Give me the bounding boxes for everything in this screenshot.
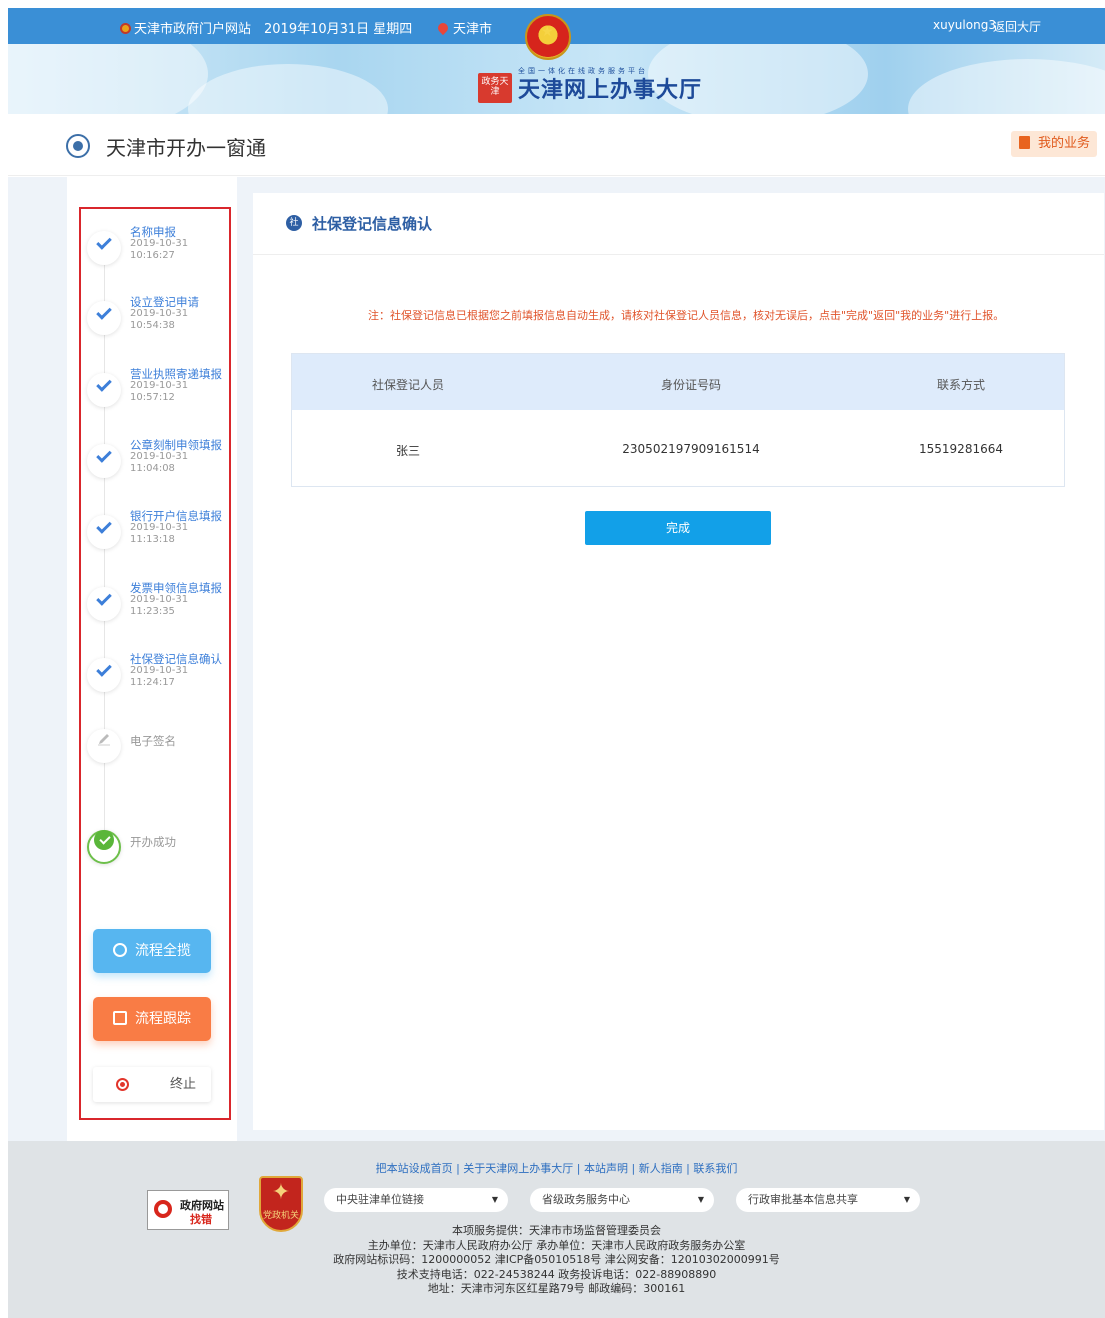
instruction-note: 注：社保登记信息已根据您之前填报信息自动生成，请核对社保登记人员信息，核对无误后… — [368, 309, 1005, 322]
title-bar: 天津市开办一窗通 我的业务 — [8, 114, 1105, 176]
emblem-icon — [120, 23, 131, 34]
brand-seal: 政务天津 — [478, 73, 512, 103]
column-header: 身份证号码 — [660, 378, 722, 392]
column-header: 社保登记人员 — [371, 378, 445, 392]
party-emblem-icon: ✦ — [271, 1180, 291, 1205]
sidebar-highlight-frame — [79, 207, 231, 1120]
table-cell-name: 张三 — [395, 444, 421, 458]
portal-link[interactable]: 天津市政府门户网站 — [120, 18, 251, 37]
footer-info-line: 技术支持电话：022-24538244 政务投诉电话：022-88908890 — [396, 1267, 717, 1281]
social-security-table: 社保登记人员 身份证号码 联系方式 张三 230502197909161514 … — [291, 353, 1065, 487]
city-label: 天津市 — [453, 22, 493, 37]
national-emblem-icon: ★ — [525, 14, 571, 60]
party-badge-label: 党政机关 — [262, 1211, 299, 1221]
app-logo-icon — [66, 134, 90, 158]
table-cell-phone: 15519281664 — [919, 442, 1003, 456]
back-to-hall-link[interactable]: 返回大厅 — [993, 18, 1041, 35]
approval-info-select[interactable]: 行政审批基本信息共享 ▼ — [736, 1188, 920, 1212]
panel-header: 社 社保登记信息确认 — [253, 193, 1104, 255]
brand-subtitle: 全国一体化在线政务服务平台 — [518, 67, 648, 75]
table-cell-id: 230502197909161514 — [622, 442, 760, 456]
chevron-down-icon: ▼ — [697, 1195, 704, 1204]
content-panel: 社 社保登记信息确认 — [253, 193, 1104, 1130]
location-pin-icon — [435, 20, 451, 36]
username[interactable]: xuyulong3 — [933, 18, 996, 32]
provincial-centers-select[interactable]: 省级政务服务中心 ▼ — [530, 1188, 714, 1212]
brand-name: 天津网上办事大厅 — [518, 78, 703, 103]
panel-title: 社保登记信息确认 — [312, 215, 433, 233]
footer-info: 本项服务提供：天津市市场监督管理委员会 主办单位：天津市人民政府办公厅 承办单位… — [8, 1224, 1105, 1297]
city-selector[interactable]: 天津市 — [435, 18, 493, 37]
my-business-button[interactable]: 我的业务 — [1011, 131, 1097, 157]
app-title: 天津市开办一窗通 — [106, 136, 266, 160]
footer-info-line: 主办单位：天津市人民政府办公厅 承办单位：天津市人民政府政务服务办公室 — [367, 1238, 746, 1252]
brand-logo[interactable]: 政务天津 全国一体化在线政务服务平台 天津网上办事大厅 — [478, 67, 703, 104]
chevron-down-icon: ▼ — [903, 1195, 910, 1204]
complete-button[interactable]: 完成 — [585, 511, 771, 545]
central-units-select[interactable]: 中央驻津单位链接 ▼ — [324, 1188, 508, 1212]
column-header: 联系方式 — [936, 378, 986, 392]
my-business-label: 我的业务 — [1038, 136, 1091, 151]
footer: 把本站设成首页 | 关于天津网上办事大厅 | 本站声明 | 新人指南 | 联系我… — [8, 1141, 1105, 1318]
current-date: 2019年10月31日 星期四 — [264, 22, 413, 37]
magnifier-icon — [154, 1200, 172, 1218]
document-icon — [1019, 136, 1030, 149]
footer-info-line: 本项服务提供：天津市市场监督管理委员会 — [452, 1224, 661, 1237]
section-badge: 社 — [286, 215, 302, 231]
footer-links[interactable]: 把本站设成首页 | 关于天津网上办事大厅 | 本站声明 | 新人指南 | 联系我… — [8, 1160, 1105, 1176]
footer-info-line: 政府网站标识码：1200000052 津ICP备05010518号 津公网安备：… — [333, 1253, 780, 1266]
footer-info-line: 地址：天津市河东区红星路79号 邮政编码：300161 — [427, 1282, 686, 1295]
chevron-down-icon: ▼ — [491, 1195, 498, 1204]
portal-label: 天津市政府门户网站 — [134, 22, 252, 37]
